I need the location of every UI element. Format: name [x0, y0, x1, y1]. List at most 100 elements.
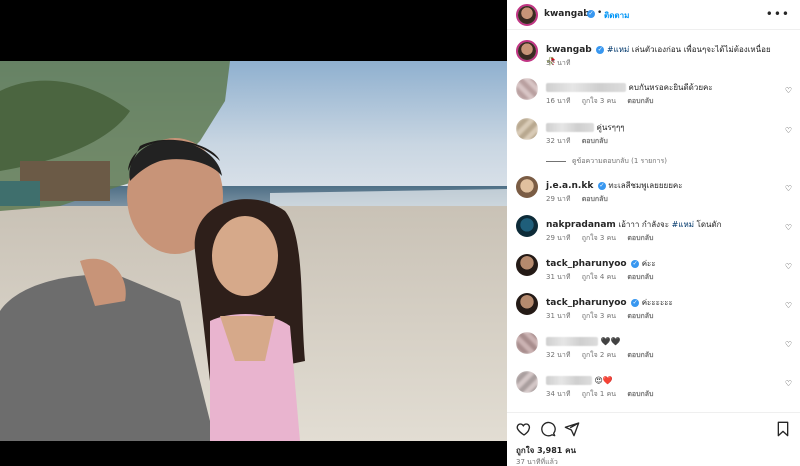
comment-likes[interactable]: ถูกใจ 3 คน	[582, 97, 616, 105]
commenter-avatar[interactable]	[516, 293, 538, 315]
post-sidebar: kwangab ✓ • ติดตาม ••• kwangab ✓ #แหม่ เ…	[507, 0, 800, 466]
comment-item: คบกันหรอคะยินดีด้วยคะ 16 นาที ถูกใจ 3 คน…	[507, 78, 800, 118]
comment-text: เอ้าาา กำลังจะ	[618, 220, 672, 229]
verified-badge-icon: ✓	[596, 45, 605, 54]
share-icon[interactable]	[564, 421, 580, 437]
comment-time: 29 นาที	[546, 234, 571, 242]
comment-meta: 16 นาที ถูกใจ 3 คน ตอบกลับ	[546, 96, 662, 107]
commenter-username[interactable]: j.e.a.n.kk	[546, 181, 593, 191]
comment-text: ค่ะะ	[641, 259, 656, 268]
comment-body: tack_pharunyoo ✓ ค่ะะะะะะ	[546, 297, 776, 309]
heart-icon[interactable]	[516, 421, 532, 437]
verified-badge-icon: ✓	[631, 298, 640, 307]
comment-item: nakpradanam เอ้าาา กำลังจะ #แหม่ โดนดัก …	[507, 215, 800, 255]
commenter-username[interactable]: tack_pharunyoo	[546, 259, 627, 269]
view-replies-button[interactable]: ดูข้อความตอบกลับ (1 รายการ)	[546, 156, 667, 167]
reply-button[interactable]: ตอบกลับ	[582, 195, 608, 203]
caption-hashtag[interactable]: #แหม่	[607, 45, 629, 54]
comment-meta: 29 นาที ถูกใจ 3 คน ตอบกลับ	[546, 233, 662, 244]
reply-button[interactable]: ตอบกลับ	[582, 137, 608, 145]
comments-list[interactable]: kwangab ✓ #แหม่ เล่นตัวเองก่อน เพื่อนๆจะ…	[507, 31, 800, 411]
commenter-avatar[interactable]	[516, 371, 538, 393]
comment-icon[interactable]	[540, 421, 556, 437]
replies-divider	[546, 160, 566, 162]
author-avatar[interactable]	[516, 4, 538, 26]
commenter-username[interactable]: tack_pharunyoo	[546, 298, 627, 308]
comment-like-heart-icon[interactable]: ♡	[785, 86, 792, 95]
beach-selfie-image	[0, 61, 507, 441]
comment-body: tack_pharunyoo ✓ ค่ะะ	[546, 258, 776, 270]
commenter-username[interactable]: nakpradanam	[546, 220, 616, 230]
verified-badge-icon: ✓	[587, 10, 595, 18]
comment-item: 😍❤️ 34 นาที ถูกใจ 1 คน ตอบกลับ ♡	[507, 371, 800, 411]
comment-body: 🖤🖤	[546, 336, 776, 348]
commenter-avatar[interactable]	[516, 118, 538, 140]
commenter-avatar[interactable]	[516, 215, 538, 237]
caption-time: 37 นาที	[546, 59, 571, 67]
post-caption: kwangab ✓ #แหม่ เล่นตัวเองก่อน เพื่อนๆจะ…	[507, 40, 800, 78]
comment-likes[interactable]: ถูกใจ 3 คน	[582, 234, 616, 242]
comment-likes[interactable]: ถูกใจ 1 คน	[582, 390, 616, 398]
comment-body: คู่นรๆๆๆ	[546, 122, 776, 134]
comment-meta: 31 นาที ถูกใจ 3 คน ตอบกลับ	[546, 311, 662, 322]
view-replies-label[interactable]: ดูข้อความตอบกลับ (1 รายการ)	[572, 157, 667, 165]
caption-username[interactable]: kwangab	[546, 45, 592, 55]
comment-item: คู่นรๆๆๆ 32 นาที ตอบกลับ ♡ ดูข้อความตอบก…	[507, 118, 800, 170]
author-avatar[interactable]	[516, 40, 538, 62]
comment-time: 31 นาที	[546, 312, 571, 320]
comment-item: j.e.a.n.kk ✓ ทะเลสีชมพูเลยยยยคะ 29 นาที …	[507, 176, 800, 216]
reply-button[interactable]: ตอบกลับ	[627, 351, 653, 359]
comment-meta: 34 นาที ถูกใจ 1 คน ตอบกลับ	[546, 389, 662, 400]
comment-like-heart-icon[interactable]: ♡	[785, 184, 792, 193]
comment-likes[interactable]: ถูกใจ 3 คน	[582, 312, 616, 320]
comment-text-after: โดนดัก	[693, 220, 722, 229]
comment-hashtag[interactable]: #แหม่	[672, 220, 694, 229]
blurred-username	[546, 83, 626, 92]
comment-text: คบกันหรอคะยินดีด้วยคะ	[628, 83, 713, 92]
comment-meta: 29 นาที ตอบกลับ	[546, 194, 617, 205]
comment-like-heart-icon[interactable]: ♡	[785, 262, 792, 271]
commenter-avatar[interactable]	[516, 332, 538, 354]
blurred-username	[546, 337, 598, 346]
caption-text: kwangab ✓ #แหม่ เล่นตัวเองก่อน เพื่อนๆจะ…	[546, 44, 776, 68]
comment-like-heart-icon[interactable]: ♡	[785, 340, 792, 349]
commenter-avatar[interactable]	[516, 176, 538, 198]
reply-button[interactable]: ตอบกลับ	[627, 97, 653, 105]
post-photo[interactable]	[0, 61, 507, 441]
comment-time: 32 นาที	[546, 351, 571, 359]
blurred-username	[546, 376, 592, 385]
blurred-username	[546, 123, 594, 132]
separator-dot: •	[597, 8, 603, 18]
comment-body: 😍❤️	[546, 375, 776, 387]
commenter-avatar[interactable]	[516, 254, 538, 276]
comment-like-heart-icon[interactable]: ♡	[785, 223, 792, 232]
follow-button[interactable]: ติดตาม	[604, 9, 629, 22]
reply-button[interactable]: ตอบกลับ	[627, 234, 653, 242]
comment-body: nakpradanam เอ้าาา กำลังจะ #แหม่ โดนดัก	[546, 219, 776, 231]
comment-like-heart-icon[interactable]: ♡	[785, 126, 792, 135]
comment-text: คู่นรๆๆๆ	[596, 123, 625, 132]
comment-time: 31 นาที	[546, 273, 571, 281]
reply-button[interactable]: ตอบกลับ	[627, 390, 653, 398]
comment-likes[interactable]: ถูกใจ 2 คน	[582, 351, 616, 359]
comment-meta: 32 นาที ตอบกลับ	[546, 136, 617, 147]
commenter-avatar[interactable]	[516, 78, 538, 100]
verified-badge-icon: ✓	[631, 259, 640, 268]
comment-item: 🖤🖤 32 นาที ถูกใจ 2 คน ตอบกลับ ♡	[507, 332, 800, 372]
reply-button[interactable]: ตอบกลับ	[627, 312, 653, 320]
comment-likes[interactable]: ถูกใจ 4 คน	[582, 273, 616, 281]
comment-time: 29 นาที	[546, 195, 571, 203]
comment-text: ทะเลสีชมพูเลยยยยคะ	[608, 181, 683, 190]
author-username[interactable]: kwangab	[544, 9, 590, 19]
comment-like-heart-icon[interactable]: ♡	[785, 379, 792, 388]
comment-time: 16 นาที	[546, 97, 571, 105]
comment-time: 34 นาที	[546, 390, 571, 398]
bookmark-icon[interactable]	[775, 421, 791, 437]
likes-count[interactable]: ถูกใจ 3,981 คน	[516, 444, 576, 457]
comment-text: 😍❤️	[594, 376, 613, 385]
comment-item: tack_pharunyoo ✓ ค่ะะ 31 นาที ถูกใจ 4 คน…	[507, 254, 800, 294]
comment-like-heart-icon[interactable]: ♡	[785, 301, 792, 310]
more-horizontal-icon[interactable]: •••	[766, 7, 790, 21]
reply-button[interactable]: ตอบกลับ	[627, 273, 653, 281]
comment-text: 🖤🖤	[600, 337, 621, 346]
